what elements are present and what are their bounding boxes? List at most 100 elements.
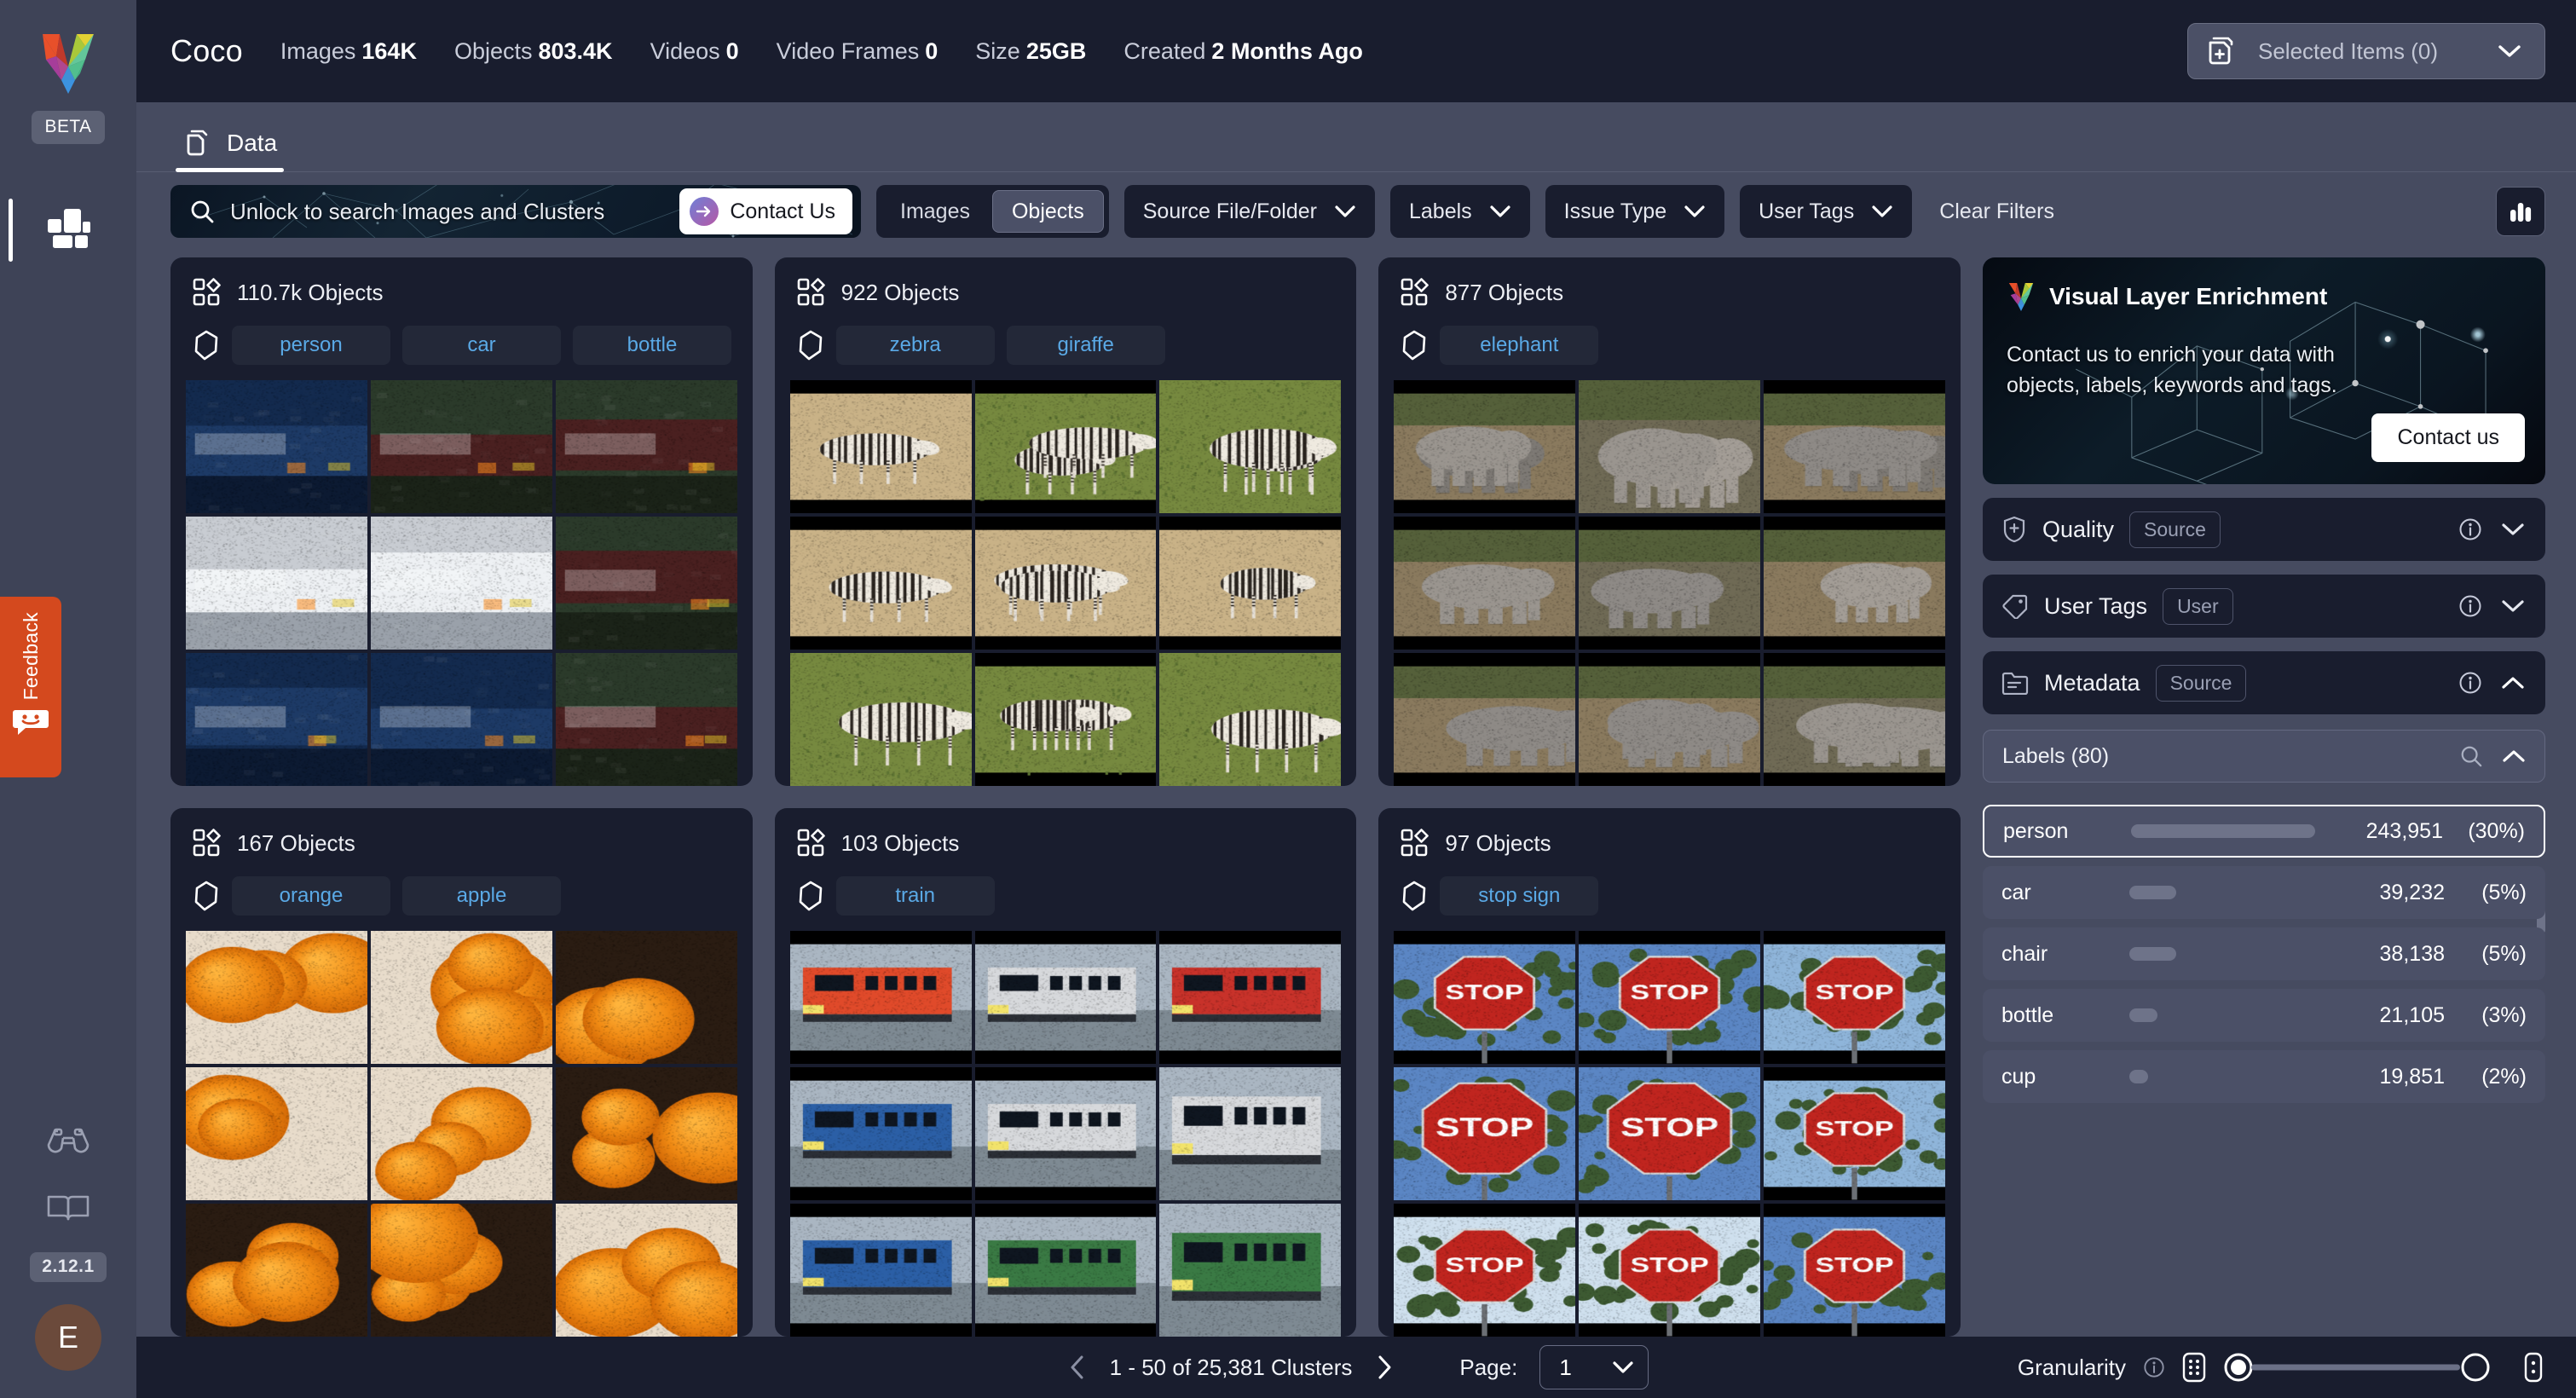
- cluster-thumbnail[interactable]: [789, 931, 972, 1064]
- granularity-coarse-icon[interactable]: [2521, 1352, 2545, 1383]
- info-icon[interactable]: [2458, 517, 2482, 541]
- cluster-thumbnail[interactable]: [555, 653, 737, 786]
- cluster-thumbnail[interactable]: [1579, 1204, 1761, 1337]
- prev-page-button[interactable]: [1067, 1354, 1088, 1381]
- labels-subpanel-header[interactable]: Labels (80): [1983, 730, 2545, 783]
- chevron-up-icon[interactable]: [2502, 748, 2526, 764]
- cluster-thumbnail[interactable]: [555, 380, 737, 513]
- cluster-thumbnail[interactable]: [1764, 517, 1945, 650]
- cluster-label-chip[interactable]: zebra: [835, 326, 995, 365]
- cluster-card[interactable]: 877 Objects elephant: [1378, 257, 1961, 786]
- cluster-label-chip[interactable]: car: [402, 326, 561, 365]
- feedback-button[interactable]: Feedback: [0, 597, 61, 777]
- cluster-label-chip[interactable]: giraffe: [1006, 326, 1165, 365]
- cluster-thumbnail[interactable]: [1764, 1204, 1945, 1337]
- cluster-thumbnail[interactable]: [974, 931, 1157, 1064]
- facet-user-tags[interactable]: User Tags User: [1983, 575, 2545, 638]
- cluster-label-chip[interactable]: apple: [402, 876, 561, 916]
- cluster-card[interactable]: 922 Objects zebra giraffe: [774, 257, 1357, 786]
- statistics-chart-button[interactable]: [2496, 187, 2545, 236]
- cluster-card[interactable]: 97 Objects stop sign: [1378, 808, 1961, 1337]
- cluster-thumbnail[interactable]: [1394, 931, 1576, 1064]
- next-page-button[interactable]: [1374, 1354, 1395, 1381]
- page-select[interactable]: 1: [1539, 1345, 1649, 1389]
- cluster-thumbnail[interactable]: [1764, 653, 1945, 786]
- cluster-thumbnail[interactable]: [1159, 653, 1342, 786]
- filter-issue-type[interactable]: Issue Type: [1545, 185, 1725, 238]
- selected-items-dropdown[interactable]: Selected Items (0): [2187, 23, 2545, 79]
- cluster-thumbnail[interactable]: [186, 1067, 367, 1200]
- cluster-thumbnail[interactable]: [186, 380, 367, 513]
- cluster-thumbnail[interactable]: [789, 1067, 972, 1200]
- cluster-thumbnail[interactable]: [1159, 931, 1342, 1064]
- cluster-thumbnail[interactable]: [370, 1204, 552, 1337]
- cluster-thumbnail[interactable]: [370, 653, 552, 786]
- cluster-thumbnail[interactable]: [974, 1067, 1157, 1200]
- cluster-thumbnail[interactable]: [186, 931, 367, 1064]
- cluster-card[interactable]: 103 Objects train: [774, 808, 1357, 1337]
- facet-metadata[interactable]: Metadata Source: [1983, 651, 2545, 714]
- documentation-button[interactable]: [43, 1186, 94, 1230]
- cluster-thumbnail[interactable]: [1159, 1204, 1342, 1337]
- cluster-thumbnail[interactable]: [1764, 380, 1945, 513]
- cluster-label-chip[interactable]: bottle: [573, 326, 731, 365]
- cluster-thumbnail[interactable]: [974, 517, 1157, 650]
- avatar[interactable]: E: [34, 1304, 101, 1371]
- granularity-slider[interactable]: [2223, 1350, 2504, 1384]
- cluster-thumbnail[interactable]: [555, 1204, 737, 1337]
- cluster-thumbnail[interactable]: [1394, 1204, 1576, 1337]
- cluster-thumbnail[interactable]: [789, 653, 972, 786]
- cluster-thumbnail[interactable]: [370, 380, 552, 513]
- cluster-thumbnail[interactable]: [370, 517, 552, 650]
- filter-source-file-folder[interactable]: Source File/Folder: [1123, 185, 1375, 238]
- info-icon[interactable]: [2458, 594, 2482, 618]
- cluster-thumbnail[interactable]: [555, 517, 737, 650]
- cluster-thumbnail[interactable]: [186, 1204, 367, 1337]
- cluster-thumbnail[interactable]: [974, 380, 1157, 513]
- label-row[interactable]: cup 19,851 (2%): [1983, 1050, 2545, 1103]
- cluster-thumbnail[interactable]: [370, 931, 552, 1064]
- cluster-thumbnail[interactable]: [1579, 1067, 1761, 1200]
- sidebar-item-datasets[interactable]: [38, 199, 98, 258]
- cluster-thumbnail[interactable]: [789, 1204, 972, 1337]
- cluster-thumbnail[interactable]: [1579, 380, 1761, 513]
- facet-quality[interactable]: Quality Source: [1983, 498, 2545, 561]
- info-icon[interactable]: [2143, 1356, 2165, 1378]
- cluster-thumbnail[interactable]: [1159, 1067, 1342, 1200]
- cluster-thumbnail[interactable]: [1579, 517, 1761, 650]
- cluster-thumbnail[interactable]: [1394, 380, 1576, 513]
- cluster-label-chip[interactable]: stop sign: [1440, 876, 1599, 916]
- cluster-label-chip[interactable]: elephant: [1440, 326, 1599, 365]
- cluster-thumbnail[interactable]: [1394, 517, 1576, 650]
- search-icon[interactable]: [2459, 744, 2483, 768]
- label-row[interactable]: car 39,232 (5%): [1983, 866, 2545, 919]
- toggle-images[interactable]: Images: [881, 190, 989, 233]
- chevron-down-icon[interactable]: [2501, 598, 2525, 614]
- cluster-label-chip[interactable]: orange: [232, 876, 390, 916]
- cluster-thumbnail[interactable]: [370, 1067, 552, 1200]
- explore-binoculars-button[interactable]: [43, 1119, 94, 1164]
- clear-filters-button[interactable]: Clear Filters: [1939, 199, 2054, 224]
- cluster-thumbnail[interactable]: [1579, 931, 1761, 1064]
- promo-contact-us-button[interactable]: Contact us: [2371, 413, 2525, 462]
- cluster-thumbnail[interactable]: [1394, 1067, 1576, 1200]
- cluster-label-chip[interactable]: train: [835, 876, 995, 916]
- contact-us-pill-button[interactable]: Contact Us: [679, 188, 852, 234]
- cluster-thumbnail[interactable]: [789, 380, 972, 513]
- cluster-thumbnail[interactable]: [186, 517, 367, 650]
- cluster-thumbnail[interactable]: [1764, 931, 1945, 1064]
- cluster-thumbnail[interactable]: [1159, 380, 1342, 513]
- cluster-thumbnail[interactable]: [1764, 1067, 1945, 1200]
- tab-data[interactable]: Data: [170, 129, 296, 172]
- toggle-objects[interactable]: Objects: [991, 190, 1104, 233]
- cluster-thumbnail[interactable]: [1159, 517, 1342, 650]
- cluster-thumbnail[interactable]: [974, 1204, 1157, 1337]
- chevron-down-icon[interactable]: [2501, 522, 2525, 537]
- granularity-fine-icon[interactable]: [2182, 1352, 2206, 1383]
- chevron-up-icon[interactable]: [2501, 675, 2525, 690]
- search-input[interactable]: Unlock to search Images and Clusters Con…: [170, 185, 861, 238]
- filter-user-tags[interactable]: User Tags: [1740, 185, 1913, 238]
- cluster-thumbnail[interactable]: [555, 931, 737, 1064]
- cluster-thumbnail[interactable]: [186, 653, 367, 786]
- filter-labels[interactable]: Labels: [1390, 185, 1530, 238]
